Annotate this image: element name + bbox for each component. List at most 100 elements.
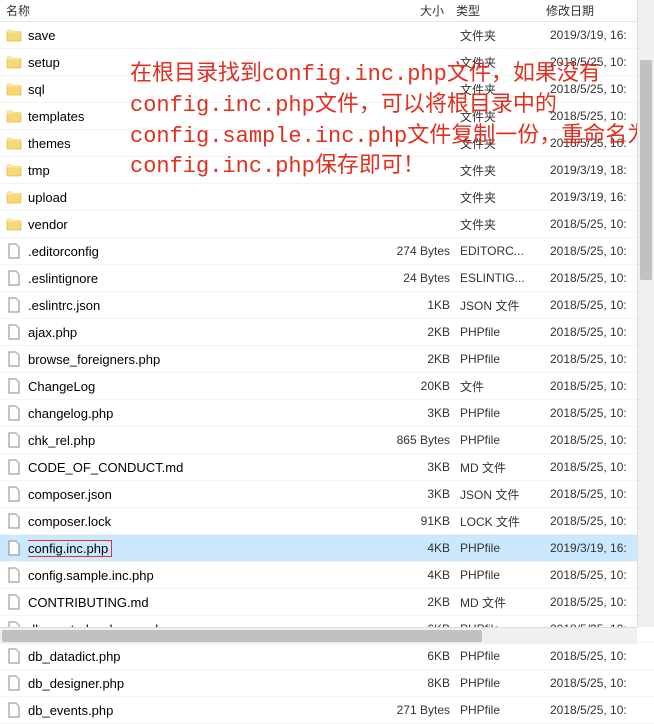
file-size: 3KB	[390, 460, 450, 474]
file-name: composer.json	[28, 487, 390, 502]
file-icon	[6, 378, 22, 394]
file-row[interactable]: browse_foreigners.php2KBPHPfile2018/5/25…	[0, 346, 654, 373]
file-list: save文件夹2019/3/19, 16:setup文件夹2018/5/25, …	[0, 22, 654, 724]
file-name: changelog.php	[28, 406, 390, 421]
column-header-type[interactable]: 类型	[450, 0, 540, 21]
vertical-scrollbar[interactable]	[637, 0, 654, 627]
file-row[interactable]: ChangeLog20KB文件2018/5/25, 10:	[0, 373, 654, 400]
file-type: EDITORC...	[450, 244, 540, 258]
file-row[interactable]: chk_rel.php865 BytesPHPfile2018/5/25, 10…	[0, 427, 654, 454]
file-icon	[6, 270, 22, 286]
file-row[interactable]: ajax.php2KBPHPfile2018/5/25, 10:	[0, 319, 654, 346]
file-name: sql	[28, 82, 390, 97]
file-icon	[6, 459, 22, 475]
file-icon	[6, 594, 22, 610]
file-type: 文件夹	[450, 27, 540, 44]
file-row[interactable]: setup文件夹2018/5/25, 10:	[0, 49, 654, 76]
file-row[interactable]: CONTRIBUTING.md2KBMD 文件2018/5/25, 10:	[0, 589, 654, 616]
file-size: 2KB	[390, 352, 450, 366]
file-name: CONTRIBUTING.md	[28, 595, 390, 610]
file-row[interactable]: changelog.php3KBPHPfile2018/5/25, 10:	[0, 400, 654, 427]
file-type: 文件夹	[450, 108, 540, 125]
file-row[interactable]: db_events.php271 BytesPHPfile2018/5/25, …	[0, 697, 654, 724]
file-row[interactable]: .eslintrc.json1KBJSON 文件2018/5/25, 10:	[0, 292, 654, 319]
file-name: .eslintrc.json	[28, 298, 390, 313]
file-type: 文件	[450, 378, 540, 395]
file-row[interactable]: composer.json3KBJSON 文件2018/5/25, 10:	[0, 481, 654, 508]
horizontal-scrollbar[interactable]	[0, 627, 637, 644]
file-row[interactable]: themes文件夹2018/5/25, 10:	[0, 130, 654, 157]
file-type: PHPfile	[450, 568, 540, 582]
file-name: upload	[28, 190, 390, 205]
column-header-size[interactable]: 大小	[390, 0, 450, 21]
file-row[interactable]: db_datadict.php6KBPHPfile2018/5/25, 10:	[0, 643, 654, 670]
file-row[interactable]: CODE_OF_CONDUCT.md3KBMD 文件2018/5/25, 10:	[0, 454, 654, 481]
file-name: themes	[28, 136, 390, 151]
folder-icon	[6, 135, 22, 151]
file-size: 2KB	[390, 325, 450, 339]
file-row[interactable]: config.inc.php4KBPHPfile2019/3/19, 16:	[0, 535, 654, 562]
file-row[interactable]: config.sample.inc.php4KBPHPfile2018/5/25…	[0, 562, 654, 589]
file-icon	[6, 351, 22, 367]
folder-icon	[6, 189, 22, 205]
folder-icon	[6, 162, 22, 178]
file-type: PHPfile	[450, 541, 540, 555]
file-name: vendor	[28, 217, 390, 232]
file-name: browse_foreigners.php	[28, 352, 390, 367]
file-name: db_events.php	[28, 703, 390, 718]
file-type: JSON 文件	[450, 486, 540, 503]
file-name: db_designer.php	[28, 676, 390, 691]
file-type: PHPfile	[450, 406, 540, 420]
file-name: composer.lock	[28, 514, 390, 529]
file-row[interactable]: .editorconfig274 BytesEDITORC...2018/5/2…	[0, 238, 654, 265]
file-type: PHPfile	[450, 325, 540, 339]
file-name: ajax.php	[28, 325, 390, 340]
column-header-row: 名称 大小 类型 修改日期	[0, 0, 654, 22]
file-row[interactable]: templates文件夹2018/5/25, 10:	[0, 103, 654, 130]
file-type: ESLINTIG...	[450, 271, 540, 285]
file-name: chk_rel.php	[28, 433, 390, 448]
file-size: 274 Bytes	[390, 244, 450, 258]
file-type: LOCK 文件	[450, 513, 540, 530]
file-name: ChangeLog	[28, 379, 390, 394]
file-name: CODE_OF_CONDUCT.md	[28, 460, 390, 475]
file-row[interactable]: tmp文件夹2019/3/19, 18:	[0, 157, 654, 184]
file-name: .eslintignore	[28, 271, 390, 286]
file-row[interactable]: db_designer.php8KBPHPfile2018/5/25, 10:	[0, 670, 654, 697]
file-size: 4KB	[390, 568, 450, 582]
file-row[interactable]: upload文件夹2019/3/19, 16:	[0, 184, 654, 211]
file-type: 文件夹	[450, 81, 540, 98]
file-type: 文件夹	[450, 54, 540, 71]
file-size: 1KB	[390, 298, 450, 312]
file-type: 文件夹	[450, 162, 540, 179]
file-size: 2KB	[390, 595, 450, 609]
file-date: 2018/5/25, 10:	[540, 676, 654, 690]
file-type: 文件夹	[450, 189, 540, 206]
file-name: save	[28, 28, 390, 43]
folder-icon	[6, 108, 22, 124]
column-header-name[interactable]: 名称	[0, 0, 390, 21]
file-icon	[6, 567, 22, 583]
file-name: tmp	[28, 163, 390, 178]
file-type: PHPfile	[450, 649, 540, 663]
file-type: PHPfile	[450, 676, 540, 690]
file-icon	[6, 324, 22, 340]
file-row[interactable]: composer.lock91KBLOCK 文件2018/5/25, 10:	[0, 508, 654, 535]
file-row[interactable]: .eslintignore24 BytesESLINTIG...2018/5/2…	[0, 265, 654, 292]
file-row[interactable]: vendor文件夹2018/5/25, 10:	[0, 211, 654, 238]
file-name: templates	[28, 109, 390, 124]
file-type: 文件夹	[450, 216, 540, 233]
file-date: 2018/5/25, 10:	[540, 703, 654, 717]
file-size: 8KB	[390, 676, 450, 690]
file-size: 3KB	[390, 487, 450, 501]
file-row[interactable]: sql文件夹2018/5/25, 10:	[0, 76, 654, 103]
vertical-scrollbar-thumb[interactable]	[640, 60, 652, 280]
file-name: config.sample.inc.php	[28, 568, 390, 583]
file-icon	[6, 540, 22, 556]
file-type: PHPfile	[450, 433, 540, 447]
file-type: PHPfile	[450, 352, 540, 366]
horizontal-scrollbar-thumb[interactable]	[2, 630, 482, 642]
file-icon	[6, 702, 22, 718]
file-row[interactable]: save文件夹2019/3/19, 16:	[0, 22, 654, 49]
file-type: MD 文件	[450, 594, 540, 611]
